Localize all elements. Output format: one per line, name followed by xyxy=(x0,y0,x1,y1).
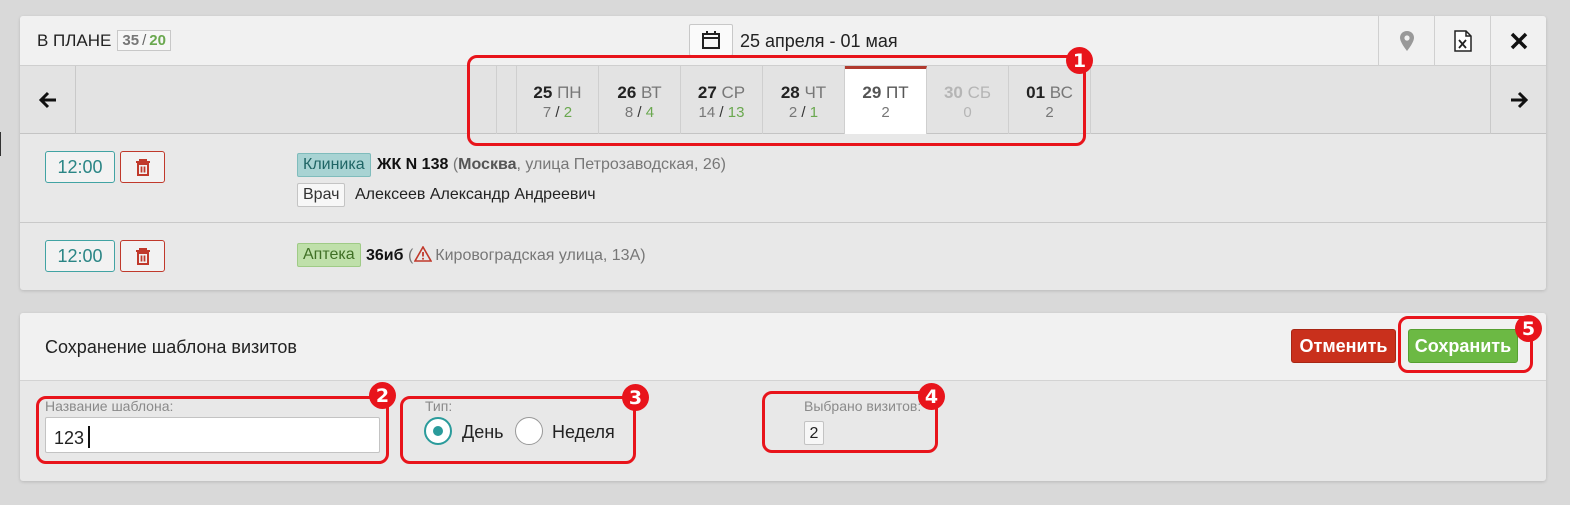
marker-4: 4 xyxy=(918,383,945,410)
day-selector: 25 ПН 7 / 2 26 ВТ 8 / 4 27 СР 14 / 13 28… xyxy=(20,66,1546,134)
calendar-button[interactable] xyxy=(689,24,733,56)
cancel-button[interactable]: Отменить xyxy=(1291,329,1396,363)
visit-role-badge: Врач xyxy=(297,183,346,207)
day-planned: 2 xyxy=(1045,104,1054,121)
warning-icon xyxy=(413,245,433,262)
plan-count-total: 35 xyxy=(122,32,140,49)
marker-5: 5 xyxy=(1515,315,1542,342)
day-tab-27[interactable]: 27 СР 14 / 13 xyxy=(681,66,763,134)
selected-visits-count: 2 xyxy=(804,421,824,445)
type-radio-week-label[interactable]: Неделя xyxy=(552,422,615,443)
visit-city: Москва xyxy=(458,156,517,173)
day-done: 1 xyxy=(809,104,819,121)
template-name-value: 123 xyxy=(54,428,85,448)
day-tab-30[interactable]: 30 СБ 0 xyxy=(927,66,1009,134)
template-name-input[interactable]: 123 xyxy=(45,417,380,453)
plan-label: В ПЛАНЕ xyxy=(37,30,112,50)
day-planned: 8 xyxy=(624,104,634,121)
calendar-icon xyxy=(702,31,720,49)
plan-count-sep: / xyxy=(142,32,147,49)
marker-1: 1 xyxy=(1066,47,1093,74)
type-radio-day-label[interactable]: День xyxy=(462,422,504,443)
export-excel-button[interactable] xyxy=(1434,16,1490,66)
visit-type-badge: Клиника xyxy=(297,153,371,177)
arrow-right-icon xyxy=(1510,91,1528,109)
excel-icon xyxy=(1453,30,1472,52)
next-week-button[interactable] xyxy=(1490,66,1546,134)
day-number: 25 xyxy=(533,83,553,102)
save-template-header: Сохранение шаблона визитов Отменить Сохр… xyxy=(20,313,1546,381)
day-planned: 0 xyxy=(963,104,972,121)
visit-row: 12:00 Аптека 36иб ( Кировоградская улица,… xyxy=(20,224,1546,290)
day-number: 26 xyxy=(617,83,637,102)
day-weekday: СБ xyxy=(967,83,992,102)
text-caret xyxy=(88,426,91,448)
trash-icon xyxy=(135,248,150,265)
visit-address: Кировоградская улица, 13А) xyxy=(435,247,646,264)
left-edge-tick xyxy=(0,132,6,156)
day-weekday: ЧТ xyxy=(804,83,827,102)
day-planned: 2 xyxy=(881,104,890,121)
day-weekday: ВТ xyxy=(641,83,662,102)
plan-summary: В ПЛАНЕ 35/20 xyxy=(37,30,171,51)
visit-location: ЖК N 138 (Москва, улица Петрозаводская, … xyxy=(377,156,726,174)
map-button[interactable] xyxy=(1378,16,1434,66)
save-template-title: Сохранение шаблона визитов xyxy=(45,337,297,357)
day-done: 13 xyxy=(727,104,745,121)
day-weekday: ВС xyxy=(1049,83,1073,102)
visit-time-button[interactable]: 12:00 xyxy=(45,151,115,183)
visit-time-button[interactable]: 12:00 xyxy=(45,240,115,272)
arrow-left-icon xyxy=(38,91,56,109)
trash-icon xyxy=(135,159,150,176)
day-tabs: 25 ПН 7 / 2 26 ВТ 8 / 4 27 СР 14 / 13 28… xyxy=(496,66,1091,134)
day-tab-29[interactable]: 29 ПТ 2 xyxy=(845,66,927,134)
day-number: 28 xyxy=(780,83,800,102)
marker-2: 2 xyxy=(369,382,396,409)
prev-week-button[interactable] xyxy=(20,66,76,134)
day-number: 30 xyxy=(943,83,963,102)
type-radio-day[interactable] xyxy=(424,417,452,445)
plan-topbar: В ПЛАНЕ 35/20 25 апреля - 01 мая xyxy=(20,16,1546,66)
visit-address: , улица Петрозаводская, 26) xyxy=(516,156,726,173)
day-planned: 2 xyxy=(788,104,798,121)
day-done: 4 xyxy=(645,104,655,121)
day-tab-26[interactable]: 26 ВТ 8 / 4 xyxy=(599,66,681,134)
selected-visits-label: Выбрано визитов: xyxy=(804,398,922,414)
day-planned: 7 xyxy=(542,104,552,121)
template-type-label: Тип: xyxy=(425,398,453,414)
plan-count-done: 20 xyxy=(149,32,166,49)
day-tab-25[interactable]: 25 ПН 7 / 2 xyxy=(517,66,599,134)
template-name-label: Название шаблона: xyxy=(45,398,174,414)
date-range: 25 апреля - 01 мая xyxy=(740,31,898,51)
save-template-panel: Сохранение шаблона визитов Отменить Сохр… xyxy=(20,313,1546,481)
visit-org-name: ЖК N 138 xyxy=(377,156,449,173)
day-tab-01[interactable]: 01 ВС 2 xyxy=(1009,66,1091,134)
day-tab-28[interactable]: 28 ЧТ 2 / 1 xyxy=(763,66,845,134)
visit-row: 12:00 Клиника ЖК N 138 (Москва, улица Пе… xyxy=(20,135,1546,223)
plan-count-badge: 35/20 xyxy=(117,30,171,51)
day-number: 01 xyxy=(1026,83,1046,102)
visit-location: 36иб ( Кировоградская улица, 13А) xyxy=(366,245,646,265)
day-weekday: ПТ xyxy=(886,83,909,102)
day-weekday: ПН xyxy=(557,83,582,102)
visit-person[interactable]: Алексеев Александр Андреевич xyxy=(355,186,596,204)
close-button[interactable] xyxy=(1490,16,1546,66)
visit-type-badge: Аптека xyxy=(297,243,361,267)
day-number: 27 xyxy=(697,83,717,102)
day-planned: 14 xyxy=(698,104,716,121)
save-button[interactable]: Сохранить xyxy=(1408,329,1518,363)
close-icon xyxy=(1510,32,1527,50)
day-tabs-spacer xyxy=(497,66,517,134)
visit-address-open: ( xyxy=(407,247,414,264)
week-plan-panel: В ПЛАНЕ 35/20 25 апреля - 01 мая 25 ПН 7… xyxy=(20,16,1546,290)
visit-org-name: 36иб xyxy=(366,247,404,264)
map-pin-icon xyxy=(1399,31,1414,51)
day-number: 29 xyxy=(862,83,882,102)
marker-3: 3 xyxy=(622,384,649,411)
type-radio-week[interactable] xyxy=(515,417,543,445)
day-done: 2 xyxy=(563,104,573,121)
day-weekday: СР xyxy=(721,83,746,102)
delete-visit-button[interactable] xyxy=(120,240,165,272)
delete-visit-button[interactable] xyxy=(120,151,165,183)
